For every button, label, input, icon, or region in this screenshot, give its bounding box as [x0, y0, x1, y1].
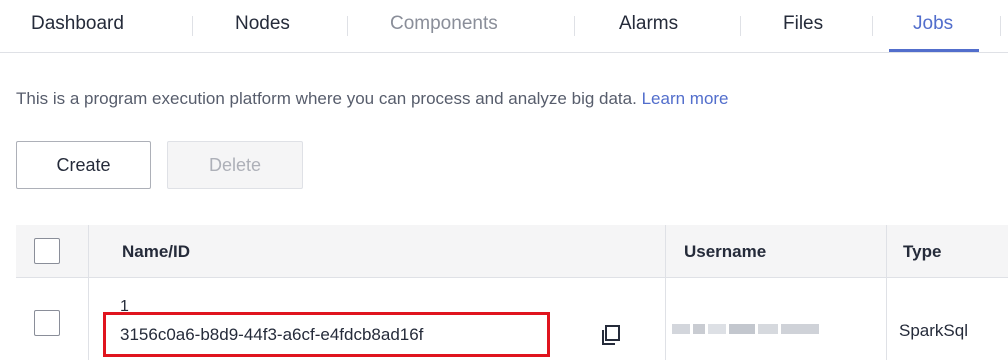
table-row: 1 3156c0a6-b8d9-44f3-a6cf-e4fdcb8ad16f S…	[16, 278, 1008, 360]
job-id-link[interactable]: 3156c0a6-b8d9-44f3-a6cf-e4fdcb8ad16f	[103, 312, 550, 357]
learn-more-link[interactable]: Learn more	[642, 89, 729, 108]
tab-components[interactable]: Components	[390, 13, 498, 35]
tab-divider	[740, 16, 741, 36]
tab-alarms[interactable]: Alarms	[619, 13, 678, 35]
column-header-username[interactable]: Username	[684, 242, 766, 262]
tab-dashboard[interactable]: Dashboard	[31, 13, 124, 35]
jobs-page: Dashboard Nodes Components Alarms Files …	[0, 0, 1008, 360]
tab-bar: Dashboard Nodes Components Alarms Files …	[0, 0, 1008, 53]
job-type: SparkSql	[899, 321, 968, 340]
select-all-checkbox[interactable]	[34, 238, 60, 264]
tab-divider	[574, 16, 575, 36]
delete-button[interactable]: Delete	[167, 141, 303, 189]
tab-jobs[interactable]: Jobs	[913, 13, 953, 35]
tab-nodes[interactable]: Nodes	[235, 13, 290, 35]
tab-divider	[192, 16, 193, 36]
tab-files[interactable]: Files	[783, 13, 823, 35]
username-redacted	[672, 324, 819, 334]
table-header: Name/ID Username Type	[16, 225, 1008, 278]
active-tab-indicator	[889, 49, 979, 52]
column-header-type[interactable]: Type	[903, 242, 941, 262]
copy-icon[interactable]	[600, 324, 622, 346]
create-button[interactable]: Create	[16, 141, 151, 189]
row-checkbox[interactable]	[34, 310, 60, 336]
page-description: This is a program execution platform whe…	[16, 89, 729, 109]
description-text: This is a program execution platform whe…	[16, 89, 637, 108]
tab-divider	[1000, 16, 1001, 36]
tab-divider	[347, 16, 348, 36]
column-header-name-id[interactable]: Name/ID	[122, 242, 190, 262]
tab-divider	[872, 16, 873, 36]
